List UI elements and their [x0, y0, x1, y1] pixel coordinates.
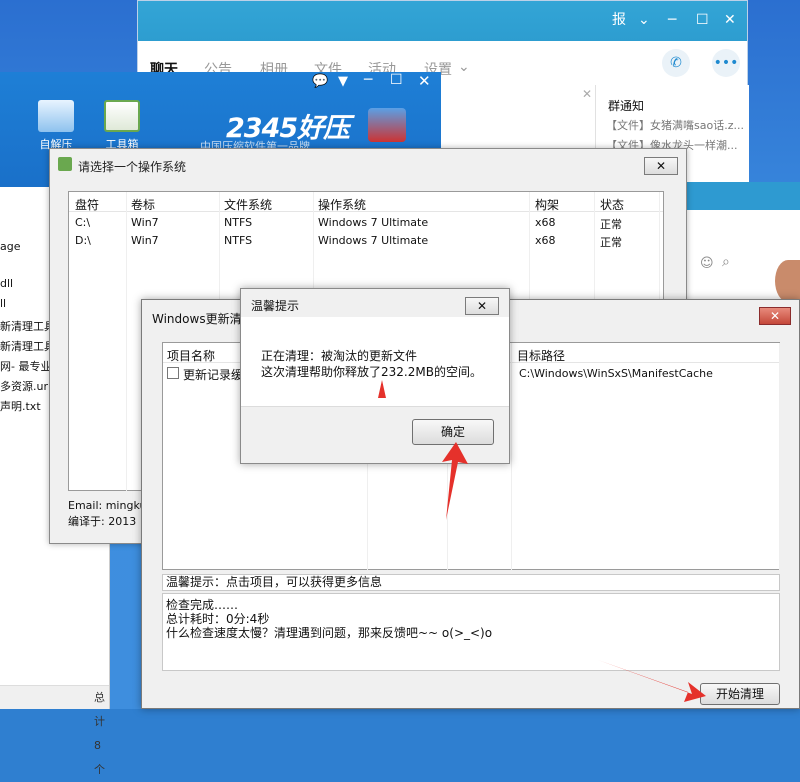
column-header[interactable]: 卷标: [131, 196, 155, 213]
tip-popup-dialog: 温馨提示 ✕ 正在清理：被淘汰的更新文件 这次清理帮助你释放了232.2MB的空…: [240, 288, 510, 464]
table-cell: 正常: [600, 218, 622, 231]
close-icon: ✕: [476, 299, 488, 313]
toolbox-icon: [104, 100, 140, 132]
file-item[interactable]: 多资源.url: [0, 378, 51, 394]
compile-date-label: 编译于: 2013: [68, 515, 137, 528]
table-cell: NTFS: [224, 234, 253, 247]
column-divider: [779, 343, 780, 571]
close-icon[interactable]: ✕: [418, 72, 431, 90]
table-cell: NTFS: [224, 216, 253, 229]
column-divider: [126, 192, 127, 492]
menu-icon[interactable]: ▼: [338, 74, 348, 89]
popup-body: 正在清理：被淘汰的更新文件 这次清理帮助你释放了232.2MB的空间。: [241, 317, 509, 407]
phone-icon: ✆: [670, 55, 682, 71]
maximize-icon[interactable]: ☐: [390, 72, 403, 88]
table-cell: Windows 7 Ultimate: [318, 234, 429, 247]
more-icon: •••: [713, 55, 739, 71]
notice-item[interactable]: 【文件】女猪满嘴sao话.z...: [606, 117, 744, 133]
file-item[interactable]: 网- 最专业: [0, 358, 51, 374]
close-icon[interactable]: ✕: [724, 11, 736, 29]
qq-titlebar: 报 ⌄ ─ ☐ ✕: [138, 1, 747, 41]
emoji-icon[interactable]: ☺: [700, 256, 714, 271]
column-header[interactable]: 状态: [600, 196, 624, 213]
log-panel: 检查完成…… 总计耗时：0分:4秒 什么检查速度太慢？清理遇到问题，那来反馈吧~…: [162, 593, 780, 671]
start-cleanup-button[interactable]: 开始清理: [700, 683, 780, 705]
toolbox-button[interactable]: 工具箱: [100, 100, 144, 152]
column-header[interactable]: 构架: [535, 196, 559, 213]
column-header[interactable]: 操作系统: [318, 196, 366, 213]
column-header[interactable]: 项目名称: [167, 347, 215, 364]
table-cell: D:\: [75, 234, 91, 247]
log-line: 总计耗时：0分:4秒: [166, 612, 270, 626]
column-divider: [511, 343, 512, 571]
close-icon: ✕: [655, 159, 667, 173]
file-item[interactable]: 新清理工具: [0, 318, 55, 334]
avatar: [775, 260, 800, 302]
self-extract-icon: [38, 100, 74, 132]
item-checkbox[interactable]: [167, 367, 179, 379]
minimize-icon[interactable]: ─: [668, 11, 676, 29]
search-icon[interactable]: ⌕: [722, 254, 730, 270]
more-button[interactable]: •••: [712, 49, 740, 77]
table-cell: Win7: [131, 234, 159, 247]
dialog-title: 请选择一个操作系统: [78, 160, 187, 174]
file-item[interactable]: 声明.txt: [0, 398, 41, 414]
minimize-icon[interactable]: ─: [364, 72, 372, 88]
column-header[interactable]: 盘符: [75, 196, 99, 213]
status-bar: 总计 8 个: [0, 685, 109, 776]
file-item[interactable]: dll: [0, 277, 13, 290]
table-cell: x68: [535, 216, 556, 229]
file-item[interactable]: age: [0, 240, 21, 253]
column-header[interactable]: 目标路径: [517, 347, 565, 364]
log-line: 什么检查速度太慢？清理遇到问题，那来反馈吧~~ o(>_<)o: [166, 626, 493, 640]
chevron-down-icon[interactable]: ⌄: [638, 11, 650, 29]
log-line: 检查完成……: [166, 598, 239, 612]
group-notice-title: 群通知: [608, 99, 645, 113]
popup-title: 温馨提示: [251, 299, 300, 313]
close-icon: ✕: [769, 309, 781, 323]
close-icon[interactable]: ✕: [582, 87, 592, 101]
close-button[interactable]: ✕: [465, 297, 499, 315]
popup-message-line: 这次清理帮助你释放了232.2MB的空间。: [261, 365, 482, 379]
dialog-title: Windows更新清理: [152, 312, 254, 326]
os-list-header: 盘符 卷标 文件系统 操作系统 构架 状态: [69, 192, 663, 212]
file-item[interactable]: 新清理工具: [0, 338, 55, 354]
table-cell: x68: [535, 234, 556, 247]
table-cell: C:\: [75, 216, 91, 229]
table-cell: Win7: [131, 216, 159, 229]
item-path: C:\Windows\WinSxS\ManifestCache: [519, 367, 713, 380]
table-cell: Windows 7 Ultimate: [318, 216, 429, 229]
qq-report-icon[interactable]: 报: [612, 11, 626, 29]
chat-icon[interactable]: 💬: [312, 74, 328, 89]
close-button[interactable]: ✕: [759, 307, 791, 325]
chevron-down-icon[interactable]: ⌄: [458, 59, 470, 75]
haozip-box-icon: [368, 108, 406, 142]
popup-message-line: 正在清理：被淘汰的更新文件: [261, 349, 418, 363]
tip-bar: 温馨提示：点击项目，可以获得更多信息: [162, 574, 780, 591]
column-header[interactable]: 文件系统: [224, 196, 272, 213]
close-button[interactable]: ✕: [644, 157, 678, 175]
self-extract-button[interactable]: 自解压: [34, 100, 78, 152]
email-label: Email: mingku: [68, 499, 147, 512]
app-icon: [58, 157, 72, 171]
ok-button[interactable]: 确定: [412, 419, 494, 445]
maximize-icon[interactable]: ☐: [696, 11, 709, 29]
table-cell: 正常: [600, 236, 622, 249]
phone-call-button[interactable]: ✆: [662, 49, 690, 77]
file-item[interactable]: ll: [0, 297, 6, 310]
